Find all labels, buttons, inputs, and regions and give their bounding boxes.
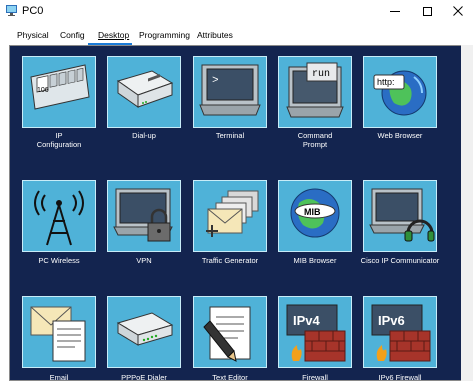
app-label: Command Prompt: [297, 131, 333, 149]
app-email[interactable]: [22, 296, 96, 368]
close-button[interactable]: [442, 0, 474, 22]
app-label: Firewall: [302, 373, 328, 381]
app-vpn[interactable]: [107, 180, 181, 252]
pppoe-dialer-icon: [116, 312, 174, 346]
svg-text:106: 106: [37, 87, 49, 94]
app-ipv6-firewall[interactable]: IPv6: [363, 296, 437, 368]
app-label: IP Configuration: [36, 131, 82, 149]
app-terminal[interactable]: >: [193, 56, 267, 128]
svg-text:run: run: [312, 69, 330, 80]
ip-communicator-icon: [369, 188, 435, 242]
app-label: Terminal: [215, 131, 245, 140]
app-label: VPN: [136, 256, 152, 265]
app-logo-icon: [6, 5, 17, 16]
svg-text:IPv4: IPv4: [293, 313, 321, 328]
minimize-button[interactable]: [379, 0, 411, 22]
tab-programming[interactable]: Programming: [139, 30, 190, 40]
tab-physical[interactable]: Physical: [17, 30, 49, 40]
app-firewall[interactable]: IPv4: [278, 296, 352, 368]
email-icon: [30, 306, 86, 362]
command-prompt-icon: run: [286, 62, 344, 118]
vpn-lock-icon: [113, 188, 173, 242]
ip-configuration-icon: 106: [30, 64, 90, 110]
svg-text:IPv6: IPv6: [378, 313, 405, 328]
app-pc-wireless[interactable]: [22, 180, 96, 252]
app-label: Cisco IP Communicator: [360, 256, 440, 265]
app-label: Web Browser: [377, 131, 423, 140]
app-cisco-ip-communicator[interactable]: [363, 180, 437, 252]
ipv6-firewall-icon: IPv6: [371, 304, 431, 362]
app-label: Email: [49, 373, 69, 381]
app-text-editor[interactable]: [193, 296, 267, 368]
app-label: Dial-up: [132, 131, 156, 140]
title-bar: PC0: [0, 0, 474, 22]
pc0-window: PC0 Physical Config Desktop Programming …: [0, 0, 474, 381]
mib-browser-icon: MIB: [290, 188, 340, 238]
app-command-prompt[interactable]: run: [278, 56, 352, 128]
desktop-panel: 106 > run http: IP Configuration Dial-up…: [9, 45, 470, 381]
svg-text:http:: http:: [377, 77, 395, 87]
tab-config[interactable]: Config: [60, 30, 85, 40]
app-label: Text Editor: [212, 373, 248, 381]
app-label: PPPoE Dialer: [121, 373, 167, 381]
app-label: IPv6 Firewall: [378, 373, 422, 381]
text-editor-icon: [203, 306, 251, 362]
wireless-tower-icon: [34, 190, 84, 246]
vertical-scrollbar[interactable]: [461, 45, 473, 381]
app-traffic-generator[interactable]: [193, 180, 267, 252]
close-icon: [453, 6, 463, 16]
app-web-browser[interactable]: http:: [363, 56, 437, 128]
svg-text:MIB: MIB: [304, 207, 321, 217]
terminal-icon: >: [199, 64, 261, 116]
maximize-button[interactable]: [411, 0, 443, 22]
tab-desktop[interactable]: Desktop: [98, 30, 129, 40]
traffic-generator-icon: [206, 190, 259, 237]
app-label: PC Wireless: [38, 256, 80, 265]
web-browser-icon: http:: [373, 70, 427, 116]
firewall-icon: IPv4: [286, 304, 346, 362]
app-pppoe-dialer[interactable]: [107, 296, 181, 368]
app-label: MIB Browser: [293, 256, 337, 265]
app-dial-up[interactable]: [107, 56, 181, 128]
svg-text:>: >: [212, 75, 219, 87]
tab-attributes[interactable]: Attributes: [197, 30, 233, 40]
app-mib-browser[interactable]: MIB: [278, 180, 352, 252]
minimize-icon: [390, 10, 400, 12]
modem-icon: [116, 70, 174, 108]
app-label: Traffic Generator: [201, 256, 259, 265]
maximize-icon: [422, 6, 432, 16]
app-ip-configuration[interactable]: 106: [22, 56, 96, 128]
window-title: PC0: [22, 5, 44, 17]
